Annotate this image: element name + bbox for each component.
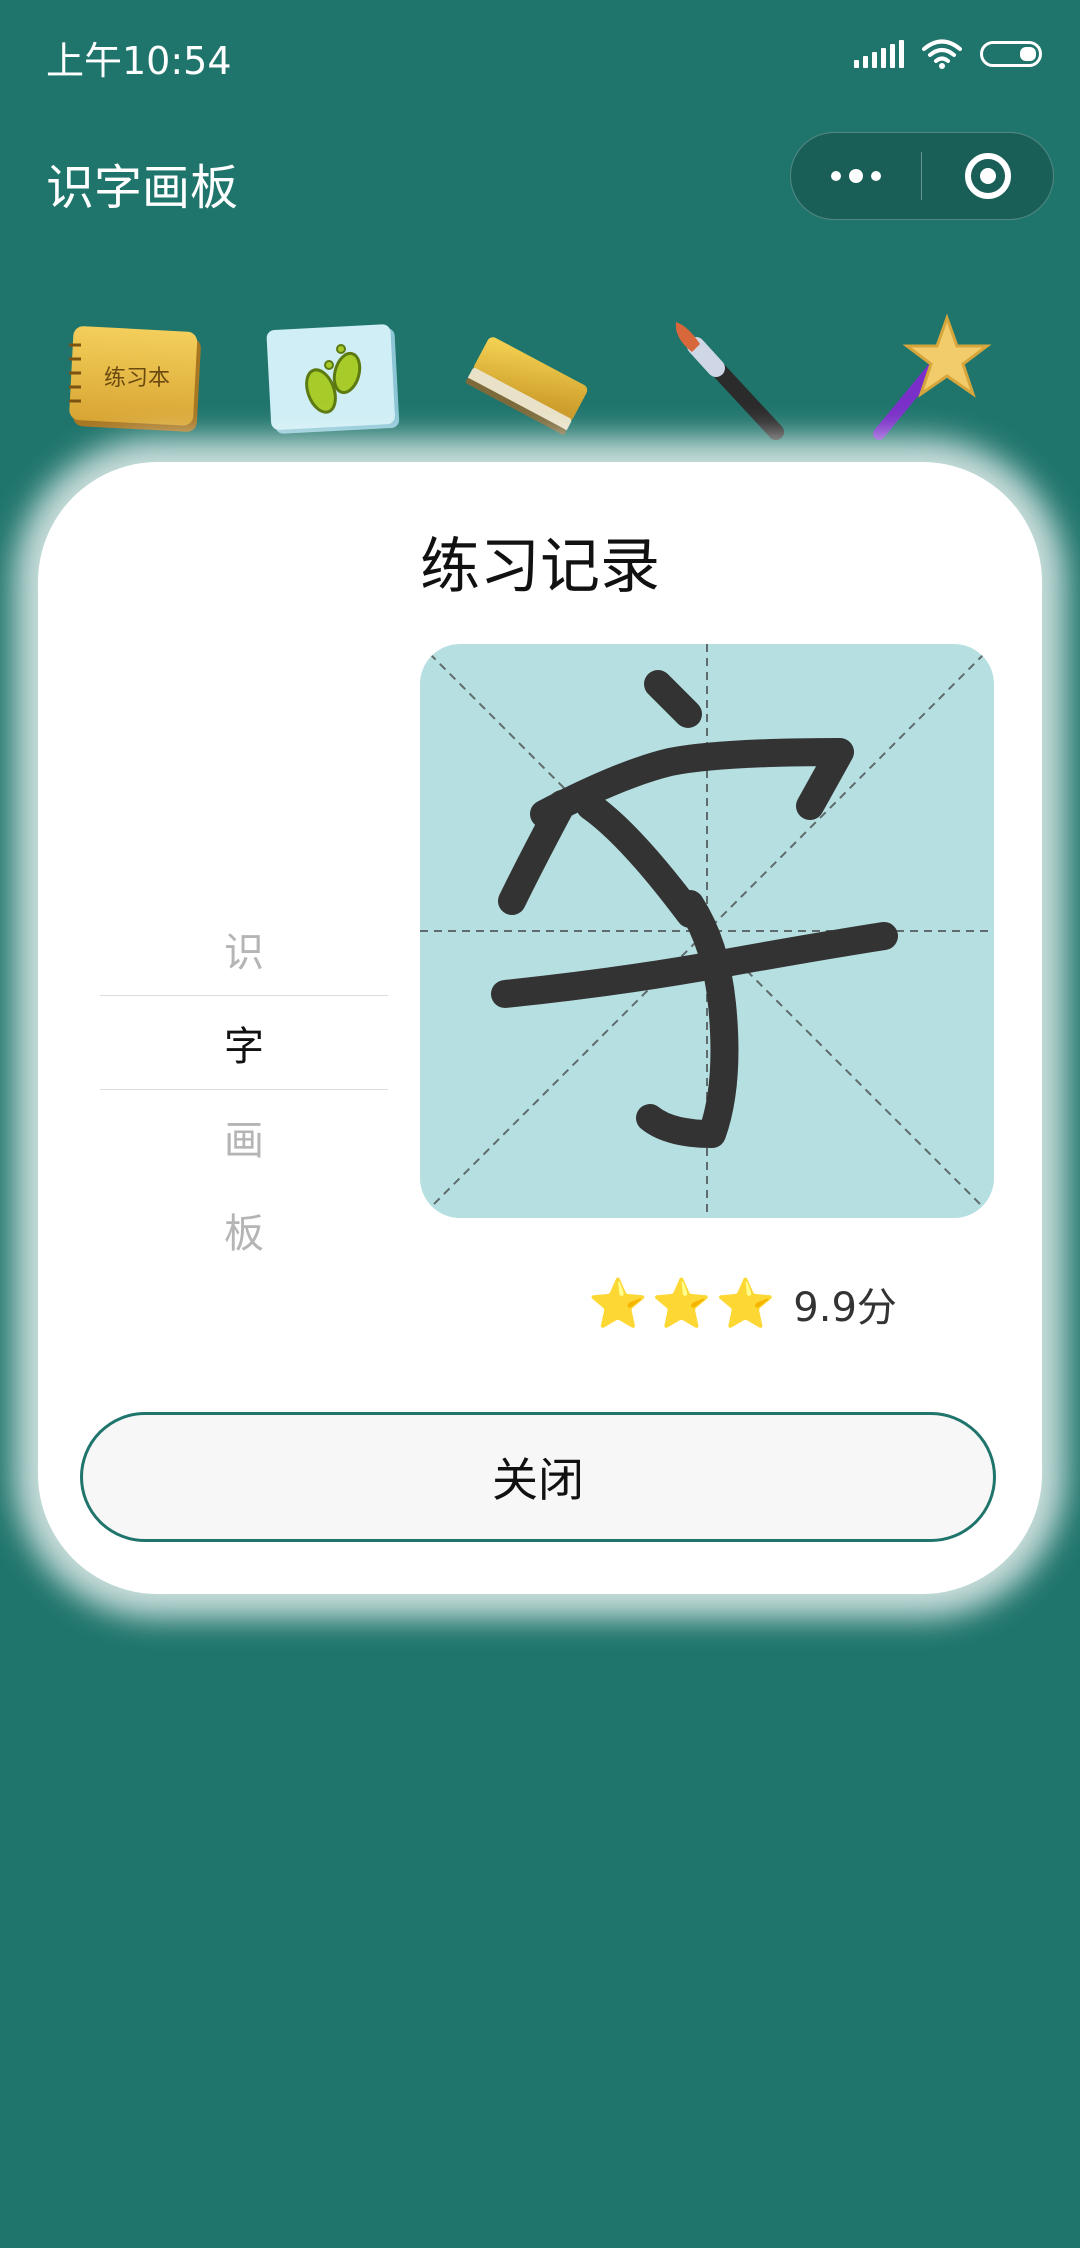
star-icon: ⭐ bbox=[651, 1276, 712, 1332]
dialog-title: 练习记录 bbox=[420, 532, 660, 602]
char-item[interactable]: 识 bbox=[100, 902, 388, 995]
more-button[interactable] bbox=[791, 133, 921, 219]
more-icon bbox=[831, 171, 841, 181]
close-miniprogram-button[interactable] bbox=[922, 133, 1053, 219]
close-miniprogram-icon bbox=[964, 153, 1011, 199]
score-value: 9.9分 bbox=[793, 1285, 897, 1331]
eraser-tool[interactable] bbox=[455, 305, 605, 455]
char-picker[interactable]: 识 字 画 板 bbox=[100, 902, 388, 1276]
magic-wand-icon bbox=[873, 313, 992, 440]
close-button[interactable]: 关闭 bbox=[80, 1412, 996, 1542]
score-row: ⭐ ⭐ ⭐ 9.9分 bbox=[588, 1274, 897, 1334]
star-icon: ⭐ bbox=[715, 1276, 776, 1332]
footprints-icon bbox=[266, 324, 399, 434]
handwriting-canvas bbox=[420, 644, 994, 1218]
char-item-selected[interactable]: 字 bbox=[100, 995, 388, 1090]
notebook-icon: 练习本 bbox=[69, 326, 201, 432]
magic-wand-tool[interactable] bbox=[850, 305, 1000, 455]
eraser-icon bbox=[465, 337, 588, 435]
brush-tool[interactable] bbox=[653, 305, 803, 455]
brush-icon bbox=[675, 322, 784, 440]
practice-record-dialog: 练习记录 识 字 画 板 ⭐ ⭐ ⭐ 9.9分 关闭 bbox=[38, 462, 1042, 1594]
handwritten-strokes bbox=[491, 670, 898, 1148]
tian-grid-canvas bbox=[420, 644, 994, 1218]
status-icons bbox=[854, 34, 1042, 74]
char-item[interactable]: 画 bbox=[100, 1090, 388, 1183]
char-item[interactable]: 板 bbox=[100, 1183, 388, 1276]
signal-icon bbox=[854, 40, 904, 68]
notebook-tool[interactable]: 练习本 bbox=[60, 305, 210, 455]
battery-icon bbox=[980, 41, 1042, 67]
status-time: 上午10:54 bbox=[46, 39, 232, 83]
svg-text:练习本: 练习本 bbox=[104, 366, 170, 391]
page-title: 识字画板 bbox=[46, 160, 239, 216]
status-bar: 上午10:54 bbox=[0, 0, 1080, 112]
toolbar: 练习本 bbox=[60, 300, 1000, 460]
nav-bar: 识字画板 bbox=[0, 112, 1080, 242]
footprints-tool[interactable] bbox=[258, 305, 408, 455]
wifi-icon bbox=[922, 39, 962, 69]
miniprogram-capsule bbox=[790, 132, 1054, 220]
star-icon: ⭐ bbox=[588, 1276, 648, 1332]
